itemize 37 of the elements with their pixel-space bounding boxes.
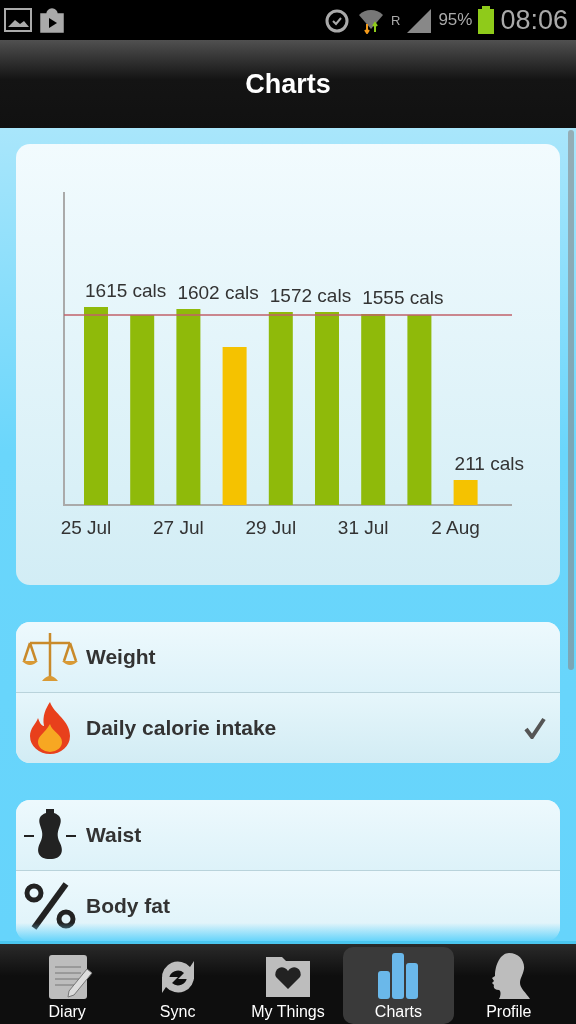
axis-label: 25 Jul bbox=[60, 517, 112, 538]
option-label: Body fat bbox=[86, 894, 171, 918]
value-label: 211 cals bbox=[454, 453, 524, 474]
axis-label: 27 Jul bbox=[153, 517, 204, 538]
option-label: Daily calorie intake bbox=[86, 716, 278, 740]
tab-label: Sync bbox=[159, 1003, 196, 1021]
tab-label: Charts bbox=[374, 1003, 422, 1021]
nav-tab[interactable]: My Things bbox=[232, 947, 344, 1024]
play-store-icon bbox=[38, 6, 66, 34]
tab-label: My Things bbox=[251, 1003, 325, 1021]
value-label: 1572 cals bbox=[269, 285, 352, 306]
value-label: 1555 cals bbox=[362, 287, 444, 308]
signal-icon bbox=[406, 7, 433, 33]
axis-label: 31 Jul bbox=[337, 517, 389, 538]
screen-title: Charts bbox=[245, 68, 331, 100]
chart-option[interactable]: Body fat bbox=[16, 870, 560, 941]
nav-tab[interactable]: Profile bbox=[453, 947, 565, 1024]
axis-label: 29 Jul bbox=[245, 517, 297, 538]
nav-tab[interactable]: Charts bbox=[343, 947, 454, 1024]
clock: 08:06 bbox=[500, 4, 568, 36]
axis-label: 2 Aug bbox=[431, 517, 480, 538]
checkmark-icon bbox=[524, 717, 546, 739]
option-label: Weight bbox=[86, 645, 157, 669]
option-label: Waist bbox=[86, 823, 143, 847]
chart-option[interactable]: Daily calorie intake bbox=[16, 692, 560, 763]
battery-percent: 95% bbox=[438, 10, 473, 30]
picture-icon bbox=[4, 8, 32, 32]
value-label: 1602 cals bbox=[177, 282, 259, 303]
chart-option[interactable]: Weight bbox=[16, 622, 560, 692]
nav-tab[interactable]: Diary bbox=[12, 947, 123, 1024]
value-label: 1615 cals bbox=[85, 280, 167, 301]
nav-tab[interactable]: Sync bbox=[122, 947, 233, 1024]
battery-icon bbox=[478, 6, 495, 34]
chart-option[interactable]: Waist bbox=[16, 800, 560, 870]
roaming-indicator: R bbox=[391, 12, 401, 28]
tab-label: Diary bbox=[48, 1003, 86, 1021]
tab-label: Profile bbox=[486, 1003, 532, 1021]
